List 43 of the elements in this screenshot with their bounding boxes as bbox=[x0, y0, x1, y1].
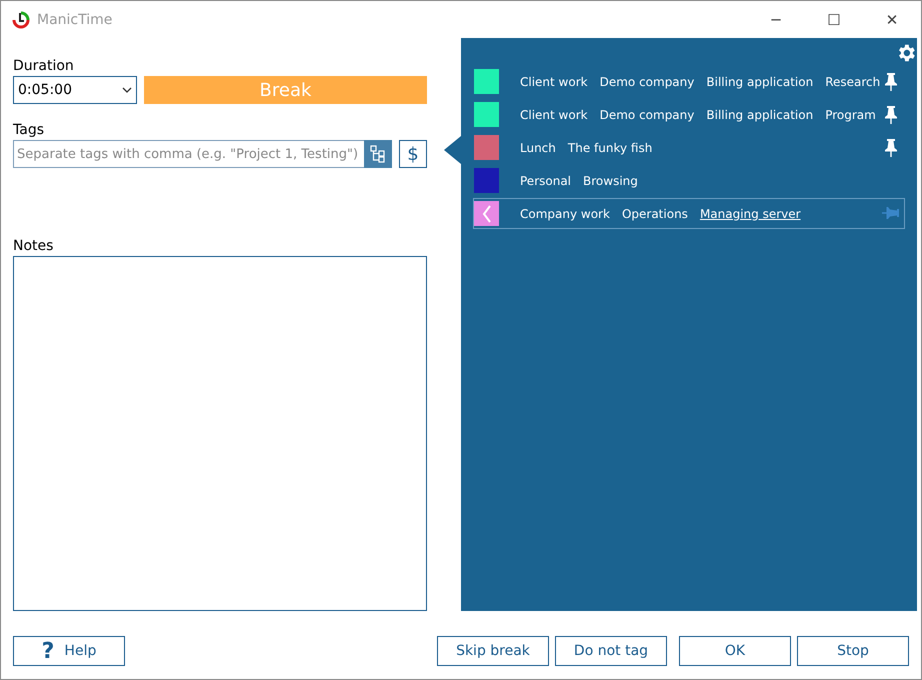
action-button[interactable]: Stop bbox=[797, 636, 909, 666]
tag-label: Demo company bbox=[600, 74, 694, 88]
tag-label: Billing application bbox=[706, 74, 814, 88]
tag-tree-button[interactable] bbox=[364, 140, 392, 168]
tag-label: Operations bbox=[622, 206, 688, 220]
recent-tag-row[interactable]: Lunch The funky fish bbox=[473, 132, 905, 163]
tag-link[interactable]: Managing server bbox=[700, 206, 801, 220]
tag-label: The funky fish bbox=[568, 140, 652, 154]
tag-label: Demo company bbox=[600, 108, 694, 122]
action-button[interactable]: OK bbox=[679, 636, 791, 666]
tag-label: Company work bbox=[520, 206, 610, 220]
tree-icon bbox=[370, 145, 386, 163]
minimize-button[interactable]: ─ bbox=[747, 1, 805, 38]
recent-tag-row[interactable]: Company work Operations Managing server bbox=[473, 198, 905, 229]
tags-field[interactable]: Separate tags with comma (e.g. "Project 1, Testing") bbox=[13, 140, 364, 168]
tag-label: Research bbox=[825, 74, 880, 88]
recent-tag-row[interactable]: Client work Demo company Billing application Research bbox=[473, 66, 905, 97]
tag-label: Billing application bbox=[706, 108, 814, 122]
billable-button[interactable]: $ bbox=[399, 140, 427, 168]
pin-icon[interactable] bbox=[882, 138, 900, 158]
close-button[interactable]: ✕ bbox=[863, 1, 921, 38]
duration-label: Duration bbox=[13, 58, 75, 74]
notes-label: Notes bbox=[13, 238, 54, 254]
notes-field[interactable] bbox=[13, 256, 427, 611]
tag-label: Client work bbox=[520, 108, 588, 122]
tag-label: Program bbox=[825, 108, 876, 122]
recent-tag-row[interactable]: Client work Demo company Billing application Program bbox=[473, 99, 905, 130]
window-title: ManicTime bbox=[37, 12, 112, 28]
pin-icon[interactable] bbox=[882, 72, 900, 92]
pin-icon[interactable] bbox=[882, 104, 900, 124]
maximize-button[interactable]: ☐ bbox=[805, 1, 863, 38]
app-logo-icon bbox=[11, 10, 31, 30]
chevron-down-icon bbox=[122, 87, 132, 93]
help-button[interactable]: ? Help bbox=[13, 636, 125, 666]
duration-dropdown[interactable]: 0:05:00 bbox=[13, 76, 137, 104]
action-button[interactable]: Skip break bbox=[437, 636, 549, 666]
action-button[interactable]: Do not tag bbox=[555, 636, 667, 666]
tag-label: Client work bbox=[520, 74, 588, 88]
tag-label: Browsing bbox=[583, 174, 638, 188]
tags-label: Tags bbox=[13, 122, 45, 138]
tag-label: Personal bbox=[520, 174, 572, 188]
recent-tag-row[interactable]: Personal Browsing bbox=[473, 165, 905, 196]
tag-label: Lunch bbox=[520, 140, 556, 154]
